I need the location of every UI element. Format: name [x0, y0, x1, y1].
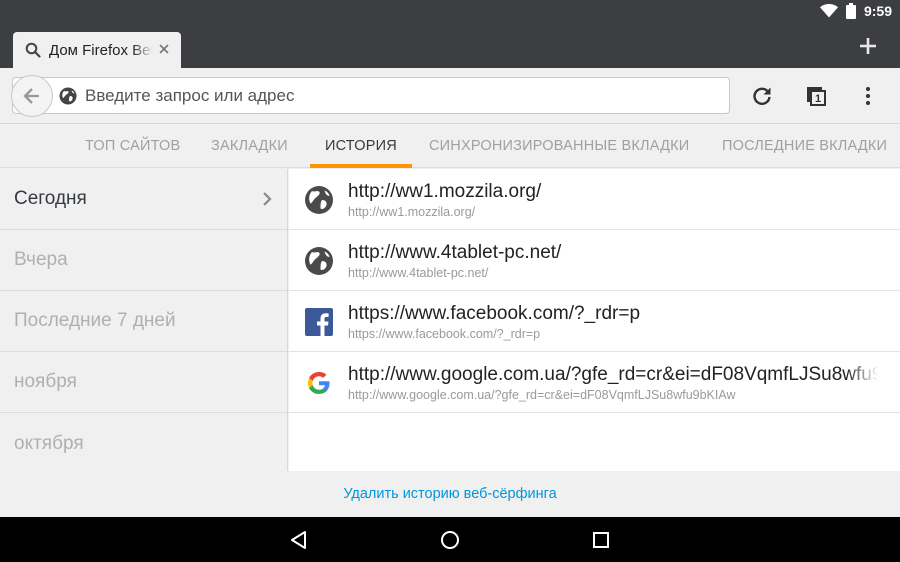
panel-tabs: ТОП САЙТОВ ЗАКЛАДКИ ИСТОРИЯ СИНХРОНИЗИРО…	[0, 125, 900, 168]
history-row[interactable]: http://ww1.mozzila.org/ http://ww1.mozzi…	[289, 169, 900, 230]
tab-strip: Дом Firefox Веб	[0, 24, 900, 68]
history-url: https://www.facebook.com/?_rdr=p	[348, 327, 541, 341]
tab-history[interactable]: ИСТОРИЯ	[325, 138, 397, 154]
history-row[interactable]: https://www.facebook.com/?_rdr=p https:/…	[289, 291, 900, 352]
status-time: 9:59	[863, 3, 892, 19]
search-icon	[25, 42, 41, 58]
tab-bookmarks[interactable]: ЗАКЛАДКИ	[211, 138, 288, 154]
active-tab-indicator	[310, 164, 412, 168]
sidebar-item-label: Сегодня	[14, 188, 87, 209]
battery-icon	[845, 3, 856, 19]
sidebar-item-november[interactable]: ноября	[0, 352, 287, 413]
url-input[interactable]	[85, 84, 705, 108]
history-url: http://www.google.com.ua/?gfe_rd=cr&ei=d…	[348, 388, 736, 402]
back-button[interactable]	[11, 75, 53, 117]
nav-home-icon[interactable]	[439, 529, 461, 551]
tab-top-sites[interactable]: ТОП САЙТОВ	[85, 138, 180, 154]
sidebar-item-label: ноября	[14, 371, 77, 392]
history-list: http://ww1.mozzila.org/ http://ww1.mozzi…	[289, 169, 900, 471]
globe-icon	[305, 247, 333, 275]
history-title: http://www.google.com.ua/?gfe_rd=cr&ei=d…	[348, 364, 878, 385]
close-icon[interactable]	[157, 42, 171, 56]
reload-button[interactable]	[750, 84, 774, 108]
new-tab-button[interactable]	[856, 34, 880, 58]
sidebar-item-yesterday[interactable]: Вчера	[0, 230, 287, 291]
history-sidebar: Сегодня Вчера Последние 7 дней ноября ок…	[0, 169, 288, 471]
facebook-icon	[305, 308, 333, 336]
sidebar-item-today[interactable]: Сегодня	[0, 169, 287, 230]
url-bar[interactable]	[11, 75, 730, 117]
clear-history-button[interactable]: Удалить историю веб-сёрфинга	[343, 486, 556, 502]
tabs-counter-button[interactable]: 1	[804, 84, 828, 108]
sidebar-item-october[interactable]: октября	[0, 413, 287, 474]
nav-recents-icon[interactable]	[590, 529, 612, 551]
chevron-right-icon	[263, 192, 272, 206]
sidebar-item-label: Вчера	[14, 249, 68, 270]
toolbar: 1	[0, 68, 900, 124]
status-indicators: 9:59	[819, 3, 892, 19]
sidebar-item-label: Последние 7 дней	[14, 310, 176, 331]
arrow-left-icon	[23, 88, 39, 104]
history-title: https://www.facebook.com/?_rdr=p	[348, 303, 641, 324]
tab-title: Дом Firefox Веб	[49, 41, 153, 59]
system-nav-bar	[0, 517, 900, 562]
history-title: http://www.4tablet-pc.net/	[348, 242, 562, 263]
wifi-icon	[819, 4, 838, 18]
globe-icon	[305, 186, 333, 214]
history-url: http://www.4tablet-pc.net/	[348, 266, 489, 280]
nav-back-icon[interactable]	[288, 529, 310, 551]
status-bar: 9:59	[0, 0, 900, 24]
browser-tab[interactable]: Дом Firefox Веб	[13, 32, 181, 68]
tab-synced-tabs[interactable]: СИНХРОНИЗИРОВАННЫЕ ВКЛАДКИ	[429, 138, 689, 154]
history-footer: Удалить историю веб-сёрфинга	[0, 471, 900, 517]
sidebar-item-label: октября	[14, 432, 84, 454]
history-title: http://ww1.mozzila.org/	[348, 181, 542, 202]
menu-button[interactable]	[856, 84, 880, 108]
google-icon	[308, 372, 330, 394]
tab-recent-tabs[interactable]: ПОСЛЕДНИЕ ВКЛАДКИ	[722, 138, 887, 154]
history-url: http://ww1.mozzila.org/	[348, 205, 476, 219]
sidebar-item-last-7-days[interactable]: Последние 7 дней	[0, 291, 287, 352]
tabs-count: 1	[814, 93, 822, 105]
globe-icon	[59, 87, 77, 105]
history-row[interactable]: http://www.google.com.ua/?gfe_rd=cr&ei=d…	[289, 352, 900, 413]
history-row[interactable]: http://www.4tablet-pc.net/ http://www.4t…	[289, 230, 900, 291]
